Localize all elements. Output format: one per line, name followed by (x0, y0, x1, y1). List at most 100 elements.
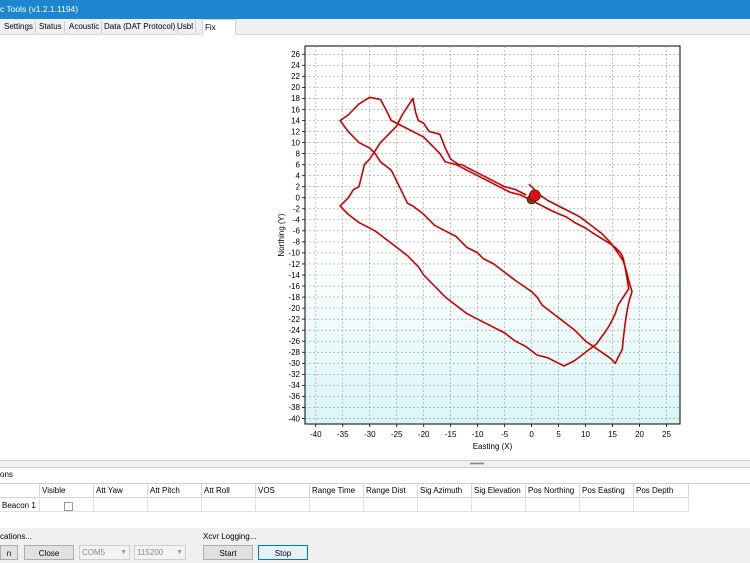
y-tick-label: 18 (291, 94, 300, 103)
y-tick-label: -34 (288, 381, 300, 390)
y-tick-label: -38 (288, 403, 300, 412)
column-header[interactable]: Range Time (310, 484, 364, 498)
bottom-toolbar: cations... n Close COM5 ▼ 115200 ▼ Xcvr … (0, 528, 750, 563)
position-plot[interactable]: -40 -35 -30 -25 -20 -15 -10 -5 0 5 10 15 20 252624222… (275, 42, 690, 455)
y-tick-label: -2 (293, 205, 301, 214)
x-tick-label: 5 (556, 430, 561, 439)
column-header[interactable]: Att Yaw (94, 484, 148, 498)
window-title: c Tools (v1.2.1.1194) (0, 4, 79, 14)
start-logging-button[interactable]: Start (203, 545, 253, 560)
close-port-button[interactable]: Close (24, 545, 74, 560)
beacon-name-cell[interactable]: Beacon 1 (0, 499, 40, 512)
table-cell[interactable] (148, 499, 202, 512)
y-tick-label: -22 (288, 315, 300, 324)
y-tick-label: 12 (291, 127, 300, 136)
tab-acoustic[interactable]: Acoustic (67, 21, 103, 33)
column-header[interactable]: Pos Easting (580, 484, 634, 498)
y-tick-label: -30 (288, 359, 300, 368)
y-tick-label: 4 (296, 171, 301, 180)
table-cell[interactable] (634, 499, 689, 512)
tab-bar: Settings Status Acoustic Data (DAT Proto… (0, 19, 750, 35)
column-header[interactable]: Att Roll (202, 484, 256, 498)
transceiver-marker[interactable] (528, 189, 541, 202)
y-tick-label: -24 (288, 326, 300, 335)
y-tick-label: -32 (288, 370, 300, 379)
x-tick-label: -10 (472, 430, 484, 439)
x-tick-label: 10 (581, 430, 590, 439)
y-tick-label: -40 (288, 414, 300, 423)
x-tick-label: 20 (635, 430, 644, 439)
tab-usbl[interactable]: Usbl (175, 21, 197, 33)
column-header[interactable]: Pos Northing (526, 484, 580, 498)
splitter-grip-icon[interactable] (470, 462, 484, 465)
column-header[interactable]: Visible (40, 484, 94, 498)
baud-rate-select[interactable]: 115200 ▼ (134, 545, 186, 560)
chevron-down-icon: ▼ (176, 549, 183, 556)
y-tick-label: 10 (291, 138, 300, 147)
x-tick-label: 0 (529, 430, 534, 439)
x-tick-label: 15 (608, 430, 617, 439)
y-tick-label: -16 (288, 282, 300, 291)
y-tick-label: 2 (296, 183, 301, 192)
column-header[interactable]: Sig Elevation (472, 484, 526, 498)
table-cell[interactable] (418, 499, 472, 512)
y-tick-label: 14 (291, 116, 300, 125)
chevron-down-icon: ▼ (120, 549, 127, 556)
column-header[interactable]: Att Pitch (148, 484, 202, 498)
open-port-button[interactable]: n (0, 545, 18, 560)
table-cell[interactable] (526, 499, 580, 512)
y-tick-label: 26 (291, 50, 300, 59)
y-axis-label: Northing (Y) (277, 213, 286, 256)
column-header[interactable]: Sig Azimuth (418, 484, 472, 498)
y-tick-label: -36 (288, 392, 300, 401)
tab-settings[interactable]: Settings (2, 21, 36, 33)
communications-group-title: cations... (0, 532, 33, 541)
y-tick-label: 0 (296, 194, 301, 203)
logging-group-title: Xcvr Logging... (203, 532, 257, 541)
y-tick-label: -10 (288, 249, 300, 258)
x-axis-label: Easting (X) (473, 442, 513, 451)
serial-port-value: COM5 (82, 548, 106, 557)
y-tick-label: 6 (296, 160, 301, 169)
title-bar: c Tools (v1.2.1.1194) (0, 0, 750, 19)
y-tick-label: 22 (291, 72, 300, 81)
x-tick-label: -40 (310, 430, 322, 439)
y-tick-label: -6 (293, 227, 301, 236)
column-header[interactable]: Pos Depth (634, 484, 689, 498)
x-tick-label: -35 (337, 430, 349, 439)
y-tick-label: 16 (291, 105, 300, 114)
table-cell[interactable] (310, 499, 364, 512)
y-tick-label: -26 (288, 337, 300, 346)
y-tick-label: -4 (293, 216, 301, 225)
x-tick-label: -5 (501, 430, 509, 439)
baud-rate-value: 115200 (137, 548, 164, 557)
column-header[interactable] (0, 484, 40, 498)
table-cell[interactable] (364, 499, 418, 512)
serial-port-select[interactable]: COM5 ▼ (79, 545, 130, 560)
table-cell[interactable] (94, 499, 148, 512)
y-tick-label: -20 (288, 304, 300, 313)
table-cell[interactable] (256, 499, 310, 512)
column-header[interactable]: Range Dist (364, 484, 418, 498)
y-tick-label: -8 (293, 238, 301, 247)
tab-fix[interactable]: Fix (202, 19, 236, 35)
stop-logging-button[interactable]: Stop (258, 545, 308, 560)
y-tick-label: -14 (288, 271, 300, 280)
tab-status[interactable]: Status (37, 21, 65, 33)
tab-data-dat-protocol[interactable]: Data (DAT Protocol) (102, 21, 179, 33)
visible-checkbox[interactable] (64, 502, 73, 511)
column-header[interactable]: VOS (256, 484, 310, 498)
x-tick-label: -20 (418, 430, 430, 439)
y-tick-label: -12 (288, 260, 300, 269)
beacons-group-title: ons (0, 470, 13, 479)
y-tick-label: 24 (291, 61, 300, 70)
table-cell[interactable] (202, 499, 256, 512)
table-cell[interactable] (580, 499, 634, 512)
x-tick-label: -15 (445, 430, 457, 439)
y-tick-label: 8 (296, 149, 301, 158)
x-tick-label: 25 (662, 430, 671, 439)
panel-splitter[interactable] (0, 460, 750, 468)
x-tick-label: -25 (391, 430, 403, 439)
y-tick-label: -28 (288, 348, 300, 357)
table-cell[interactable] (472, 499, 526, 512)
